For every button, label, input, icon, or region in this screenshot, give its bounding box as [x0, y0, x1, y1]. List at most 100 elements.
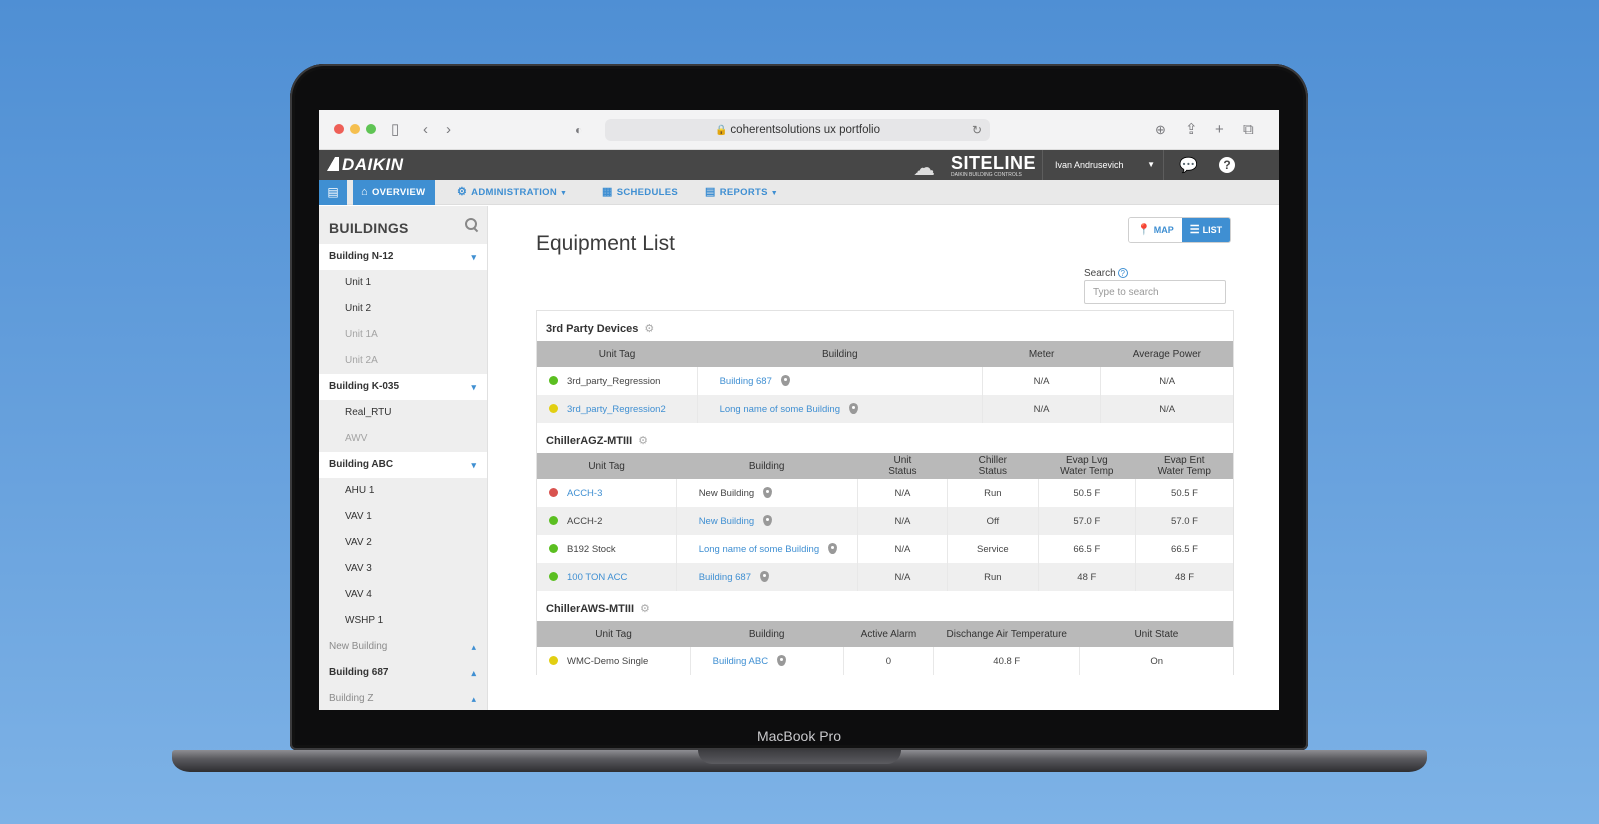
- search-icon[interactable]: [465, 218, 479, 232]
- status-dot-icon: [549, 487, 558, 497]
- building-link[interactable]: New Building: [699, 516, 754, 527]
- nav-administration[interactable]: ⚙ ADMINISTRATION ▼: [457, 180, 567, 205]
- building-link[interactable]: Long name of some Building: [699, 544, 819, 555]
- minimize-window-button[interactable]: [350, 124, 360, 134]
- table-row[interactable]: WMC-Demo Single Building ABC 0 40.8 F On: [537, 647, 1233, 675]
- chevron-up-icon[interactable]: ▴: [471, 634, 476, 660]
- sidebar-building[interactable]: Building K-035 ▾: [319, 374, 487, 400]
- value-cell: 57.0 F: [1135, 507, 1233, 535]
- search-input[interactable]: [1084, 280, 1226, 304]
- sidebar-unit[interactable]: VAV 1: [319, 504, 487, 530]
- chevron-down-icon[interactable]: ▾: [471, 452, 476, 478]
- sidebar-unit[interactable]: Unit 2A: [319, 348, 487, 374]
- unit-tag[interactable]: ACCH-3: [567, 488, 602, 499]
- map-pin-icon[interactable]: [759, 571, 769, 582]
- map-pin-icon[interactable]: [763, 487, 773, 498]
- download-icon[interactable]: ⊕: [1155, 120, 1166, 140]
- column-header[interactable]: Building: [676, 453, 858, 479]
- map-pin-icon[interactable]: [777, 655, 787, 666]
- column-header[interactable]: Unit Tag: [537, 453, 677, 479]
- column-header[interactable]: Meter: [982, 341, 1101, 367]
- nav-schedules[interactable]: ▦ SCHEDULES: [602, 180, 678, 205]
- sidebar-building[interactable]: Building N-12 ▾: [319, 244, 487, 270]
- zoom-window-button[interactable]: [366, 124, 376, 134]
- sidebar-unit[interactable]: VAV 2: [319, 530, 487, 556]
- sidebar-unit[interactable]: Unit 1A: [319, 322, 487, 348]
- building-link[interactable]: Building 687: [720, 376, 772, 387]
- column-header[interactable]: Active Alarm: [843, 621, 934, 647]
- table-row[interactable]: 3rd_party_Regression2 Long name of some B…: [537, 395, 1233, 423]
- map-pin-icon[interactable]: [828, 543, 838, 554]
- building-link[interactable]: Building 687: [699, 572, 751, 583]
- map-view-button[interactable]: 📍 MAP: [1129, 218, 1182, 242]
- tab-overview-icon[interactable]: ⧉: [1243, 120, 1254, 140]
- building-link[interactable]: Long name of some Building: [720, 404, 840, 415]
- sidebar-unit[interactable]: WSHP 1: [319, 608, 487, 634]
- column-header[interactable]: Unit Status: [857, 453, 948, 479]
- sidebar-building[interactable]: New Building ▴: [319, 634, 487, 660]
- map-pin-icon[interactable]: [763, 515, 773, 526]
- daikin-logo[interactable]: DAIKIN: [325, 155, 404, 175]
- reload-icon[interactable]: ↻: [972, 119, 982, 141]
- table-row[interactable]: 100 TON ACC Building 687 N/A Run 48 F 48 F: [537, 563, 1233, 591]
- table-row[interactable]: ACCH-3 New Building N/A Run 50.5 F 50.5 F: [537, 479, 1233, 507]
- sidebar-unit[interactable]: Unit 1: [319, 270, 487, 296]
- panel-toggle-button[interactable]: ▤: [319, 180, 347, 205]
- unit-tag[interactable]: 100 TON ACC: [567, 572, 627, 583]
- table-row[interactable]: B192 Stock Long name of some Building N/A S…: [537, 535, 1233, 563]
- map-pin-icon[interactable]: [849, 403, 858, 414]
- nav-overview[interactable]: ⌂ OVERVIEW: [353, 180, 436, 205]
- help-icon[interactable]: ?: [1219, 157, 1235, 173]
- column-header[interactable]: Unit Tag: [537, 621, 691, 647]
- close-window-button[interactable]: [334, 124, 344, 134]
- column-header[interactable]: Unit State: [1079, 621, 1233, 647]
- gear-icon[interactable]: ⚙: [638, 435, 648, 447]
- sidebar-building[interactable]: Building 687 ▴: [319, 660, 487, 686]
- new-tab-icon[interactable]: +: [1215, 120, 1224, 140]
- column-header[interactable]: Dischange Air Temperature: [933, 621, 1080, 647]
- column-header[interactable]: Evap Ent Water Temp: [1135, 453, 1233, 479]
- list-view-button[interactable]: ☰ LIST: [1181, 218, 1231, 242]
- status-dot-icon: [549, 403, 558, 413]
- status-dot-icon: [549, 571, 558, 581]
- column-header[interactable]: Unit Tag: [537, 341, 698, 367]
- nav-reports[interactable]: ▤ REPORTS ▼: [705, 180, 778, 205]
- building-cell: Building 687: [697, 367, 983, 395]
- sidebar-unit[interactable]: VAV 4: [319, 582, 487, 608]
- sidebar-unit[interactable]: Unit 2: [319, 296, 487, 322]
- column-header[interactable]: Average Power: [1100, 341, 1233, 367]
- forward-icon[interactable]: ›: [446, 120, 451, 140]
- table-row[interactable]: ACCH-2 New Building N/A Off 57.0 F 57.0 F: [537, 507, 1233, 535]
- shield-icon[interactable]: ◐: [575, 120, 582, 140]
- unit-tag[interactable]: 3rd_party_Regression2: [567, 404, 666, 415]
- sidebar-toggle-icon[interactable]: ▯: [391, 120, 399, 140]
- address-bar[interactable]: 🔒 coherentsolutions ux portfolio ↻: [605, 119, 990, 141]
- sidebar-unit[interactable]: AHU 1: [319, 478, 487, 504]
- gear-icon[interactable]: ⚙: [644, 323, 654, 335]
- help-circle-icon[interactable]: ?: [1117, 268, 1128, 278]
- chat-icon[interactable]: 💬: [1179, 156, 1198, 174]
- column-header[interactable]: Building: [697, 341, 983, 367]
- chevron-up-icon[interactable]: ▴: [471, 686, 476, 710]
- lock-icon: 🔒: [714, 125, 728, 136]
- building-link[interactable]: New Building: [699, 488, 754, 499]
- building-link[interactable]: Building ABC: [713, 656, 768, 667]
- sidebar-building[interactable]: Building ABC ▾: [319, 452, 487, 478]
- sidebar-unit[interactable]: Real_RTU: [319, 400, 487, 426]
- table-row[interactable]: 3rd_party_Regression Building 687 N/A N/A: [537, 367, 1233, 395]
- sidebar-building[interactable]: Building Z ▴: [319, 686, 487, 710]
- map-pin-icon[interactable]: [780, 375, 790, 386]
- column-header[interactable]: Chiller Status: [947, 453, 1039, 479]
- user-menu[interactable]: Ivan Andrusevich ▼: [1042, 150, 1164, 180]
- column-header[interactable]: Evap Lvg Water Temp: [1038, 453, 1136, 479]
- share-icon[interactable]: ⇪: [1185, 120, 1198, 140]
- sidebar-unit[interactable]: AWV: [319, 426, 487, 452]
- sidebar-unit[interactable]: VAV 3: [319, 556, 487, 582]
- chevron-down-icon[interactable]: ▾: [471, 374, 476, 400]
- gear-icon[interactable]: ⚙: [640, 603, 650, 615]
- siteline-tagline: DAIKIN BUILDING CONTROLS: [951, 172, 1022, 178]
- chevron-up-icon[interactable]: ▴: [471, 660, 476, 686]
- column-header[interactable]: Building: [690, 621, 844, 647]
- back-icon[interactable]: ‹: [423, 120, 428, 140]
- chevron-down-icon[interactable]: ▾: [471, 244, 476, 270]
